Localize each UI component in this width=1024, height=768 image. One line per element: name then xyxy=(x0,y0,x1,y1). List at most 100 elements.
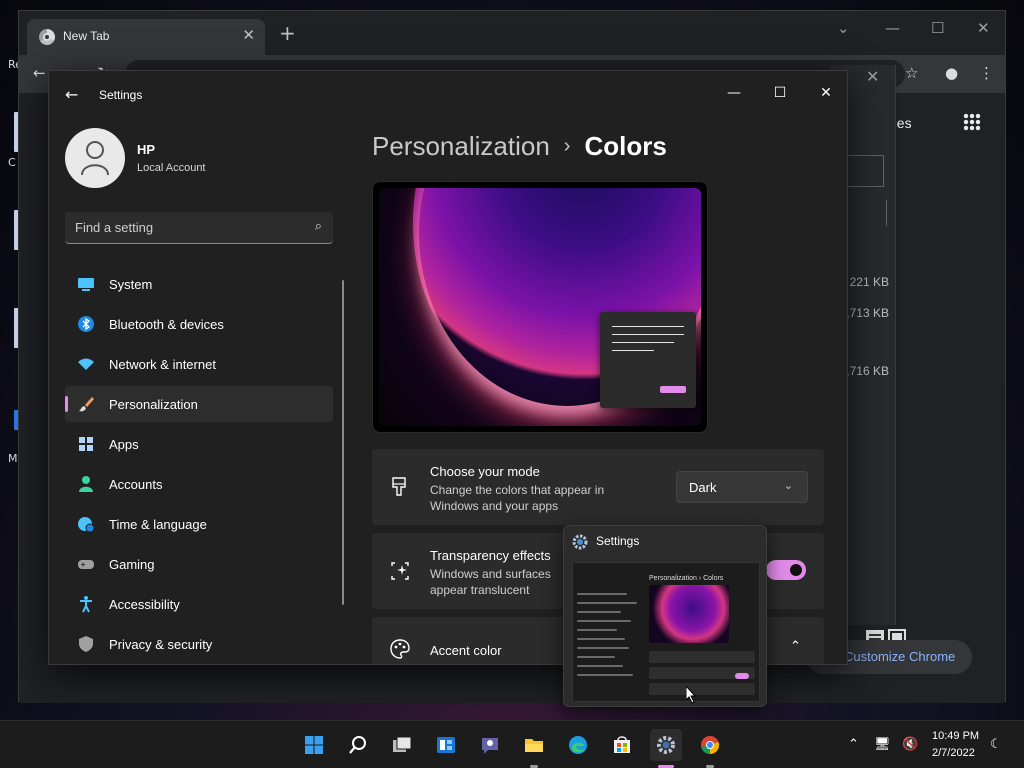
tab-search-icon[interactable]: ⌄ xyxy=(837,19,850,37)
store-button[interactable] xyxy=(606,729,638,761)
chrome-tab-strip: New Tab ✕ + ⌄ — ☐ ✕ xyxy=(19,11,1005,55)
chrome-tab-title: New Tab xyxy=(63,29,110,43)
brush-icon xyxy=(79,397,94,412)
clock-date[interactable]: 2/7/2022 xyxy=(932,747,975,759)
file-explorer-button[interactable] xyxy=(518,729,550,768)
preview-text-line xyxy=(612,342,674,343)
sidebar-item-label: Privacy & security xyxy=(109,637,213,652)
sidebar-scrollbar[interactable] xyxy=(342,280,344,605)
sidebar-item-label: Accessibility xyxy=(109,597,180,612)
volume-muted-icon[interactable]: 🔇 xyxy=(902,737,918,752)
sidebar-item-label: Bluetooth & devices xyxy=(109,317,224,332)
teams-chat-button[interactable] xyxy=(474,729,506,761)
chevron-up-icon[interactable]: ⌃ xyxy=(790,639,801,654)
column-divider xyxy=(886,200,887,226)
user-icon xyxy=(81,141,109,176)
settings-gear-icon xyxy=(657,736,675,754)
settings-titlebar: ← Settings — ☐ ✕ xyxy=(49,71,847,117)
close-icon[interactable]: ✕ xyxy=(866,67,879,86)
maximize-icon[interactable]: ☐ xyxy=(931,19,944,37)
search-input[interactable] xyxy=(75,220,295,235)
widgets-icon xyxy=(437,737,455,753)
mini-line xyxy=(577,638,625,640)
preview-text-line xyxy=(612,350,654,351)
user-account-type: Local Account xyxy=(137,162,206,174)
breadcrumb-parent[interactable]: Personalization xyxy=(372,131,550,161)
maximize-button[interactable]: ☐ xyxy=(757,79,803,107)
settings-nav: System Bluetooth & devices Network & int… xyxy=(65,266,333,664)
edge-button[interactable] xyxy=(562,729,594,761)
monitor-icon xyxy=(78,278,94,291)
desktop-icon-label-fragment: M xyxy=(8,452,18,465)
toggle-knob xyxy=(790,564,802,576)
window-title: Settings xyxy=(99,88,143,102)
windows-logo-icon xyxy=(305,736,323,754)
network-icon[interactable]: 🖥 xyxy=(874,737,891,752)
preview-text-line xyxy=(612,326,684,327)
sidebar-item-bluetooth[interactable]: Bluetooth & devices xyxy=(65,306,333,342)
mode-description: Change the colors that appear in Windows… xyxy=(430,483,605,513)
thumbnail-title: Settings xyxy=(596,534,640,548)
sidebar-item-time-language[interactable]: Time & language xyxy=(65,506,333,542)
mode-dropdown[interactable]: Dark ⌄ xyxy=(676,471,808,503)
google-apps-grid-icon[interactable] xyxy=(963,113,981,131)
sidebar-item-apps[interactable]: Apps xyxy=(65,426,333,462)
back-arrow-icon[interactable]: ← xyxy=(33,64,46,82)
close-window-icon[interactable]: ✕ xyxy=(977,19,990,37)
back-arrow-icon[interactable]: ← xyxy=(65,85,78,104)
mini-line xyxy=(577,629,617,631)
chevron-up-icon[interactable]: ⌃ xyxy=(848,737,859,752)
search-button[interactable] xyxy=(342,729,374,761)
taskbar-thumbnail[interactable]: Settings Personalization › Colors xyxy=(563,525,767,707)
chevron-down-icon: ⌄ xyxy=(783,479,793,492)
mini-sidebar xyxy=(577,593,643,683)
chrome-button[interactable] xyxy=(694,729,726,768)
clock-time[interactable]: 10:49 PM xyxy=(932,730,979,742)
search-icon[interactable]: ⌕ xyxy=(315,219,322,234)
breadcrumb: Personalization › Colors xyxy=(372,131,667,162)
paintbrush-icon xyxy=(392,477,406,496)
desktop-icon-label-fragment: C xyxy=(8,156,16,169)
chrome-tab[interactable]: New Tab ✕ xyxy=(27,19,265,55)
settings-gear-icon xyxy=(572,534,588,550)
sidebar-item-personalization[interactable]: Personalization xyxy=(65,386,333,422)
apps-icon xyxy=(79,437,93,451)
folder-icon xyxy=(525,739,543,752)
menu-kebab-icon[interactable]: ⋮ xyxy=(979,64,994,82)
mode-dropdown-value: Dark xyxy=(689,480,717,495)
theme-preview xyxy=(372,181,708,433)
mini-line xyxy=(577,602,637,604)
gamepad-icon xyxy=(78,560,94,569)
person-icon xyxy=(79,476,93,492)
task-view-button[interactable] xyxy=(386,729,418,761)
close-tab-icon[interactable]: ✕ xyxy=(242,26,255,44)
sidebar-item-accounts[interactable]: Accounts xyxy=(65,466,333,502)
sidebar-item-label: Apps xyxy=(109,437,139,452)
avatar[interactable] xyxy=(65,128,125,188)
taskbar: ⌃ 🖥 🔇 10:49 PM 2/7/2022 ☾ xyxy=(0,720,1024,768)
user-name: HP xyxy=(137,142,156,157)
page-title: Colors xyxy=(584,131,667,161)
shield-icon xyxy=(79,636,93,652)
widgets-button[interactable] xyxy=(430,729,462,761)
start-button[interactable] xyxy=(298,729,330,761)
sidebar-item-privacy[interactable]: Privacy & security xyxy=(65,626,333,662)
transparency-toggle[interactable] xyxy=(766,560,806,580)
sidebar-item-network[interactable]: Network & internet xyxy=(65,346,333,382)
settings-search-box[interactable]: ⌕ xyxy=(65,212,333,244)
sidebar-item-system[interactable]: System xyxy=(65,266,333,302)
mini-line xyxy=(577,665,623,667)
sidebar-item-gaming[interactable]: Gaming xyxy=(65,546,333,582)
profile-icon[interactable]: ● xyxy=(945,64,958,82)
thumbnail-preview-image: Personalization › Colors xyxy=(572,562,760,702)
mini-heading: Personalization › Colors xyxy=(649,575,724,582)
settings-button[interactable] xyxy=(650,729,682,768)
mode-title: Choose your mode xyxy=(430,464,540,479)
minimize-icon[interactable]: — xyxy=(885,19,900,37)
sidebar-item-accessibility[interactable]: Accessibility xyxy=(65,586,333,622)
new-tab-button[interactable]: + xyxy=(279,23,296,43)
minimize-button[interactable]: — xyxy=(711,79,757,107)
focus-moon-icon[interactable]: ☾ xyxy=(990,737,1002,752)
close-button[interactable]: ✕ xyxy=(803,79,847,107)
bookmark-star-icon[interactable]: ☆ xyxy=(905,64,918,82)
